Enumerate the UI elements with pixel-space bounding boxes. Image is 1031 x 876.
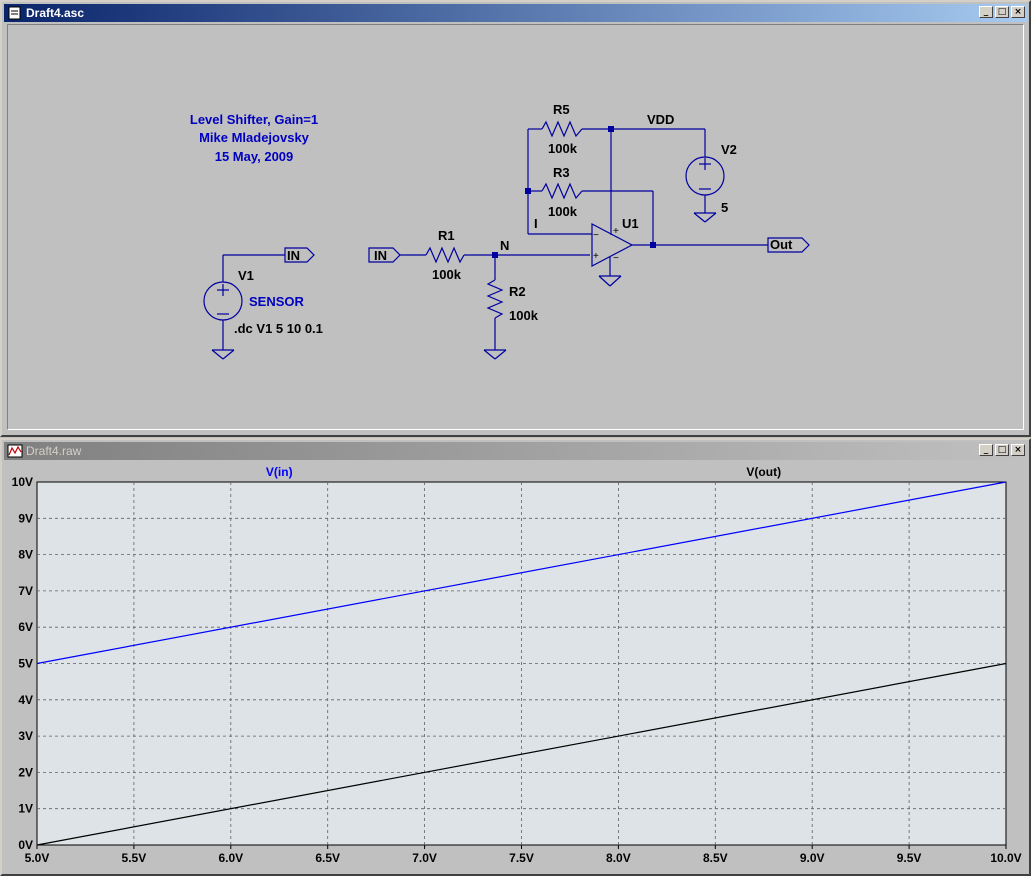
waveform-icon bbox=[7, 444, 23, 458]
x-tick-label: 5.5V bbox=[122, 851, 147, 865]
plot-titlebar[interactable]: Draft4.raw _ □ × bbox=[4, 442, 1027, 460]
v1-value[interactable]: SENSOR bbox=[249, 294, 305, 309]
y-tick-label: 0V bbox=[18, 838, 33, 852]
svg-text:+: + bbox=[593, 251, 599, 262]
u1-name[interactable]: U1 bbox=[622, 216, 639, 231]
y-tick-label: 10V bbox=[12, 475, 33, 489]
y-tick-label: 2V bbox=[18, 765, 33, 779]
svg-text:−: − bbox=[593, 230, 599, 241]
r1-name[interactable]: R1 bbox=[438, 228, 455, 243]
waveform-plot: 5.0V 5.5V 6.0V 6.5V 7.0V 7.5V 8.0V 8.5V 9.0V 9.5V… bbox=[12, 465, 1022, 865]
x-tick-label: 9.0V bbox=[800, 851, 825, 865]
r5-name[interactable]: R5 bbox=[553, 102, 570, 117]
in-port-mid-label[interactable]: IN bbox=[374, 248, 387, 263]
x-tick-label: 6.0V bbox=[218, 851, 243, 865]
y-tick-label: 9V bbox=[18, 511, 33, 525]
r3-value[interactable]: 100k bbox=[548, 204, 578, 219]
schematic-window-title: Draft4.asc bbox=[26, 6, 85, 20]
legend-label: V(in) bbox=[266, 465, 293, 479]
schematic-minimize-button[interactable]: _ bbox=[979, 6, 993, 18]
net-label-vdd[interactable]: VDD bbox=[647, 112, 674, 127]
x-tick-label: 8.5V bbox=[703, 851, 728, 865]
y-tick-label: 8V bbox=[18, 548, 33, 562]
schematic-titlebar[interactable]: Draft4.asc _ □ × bbox=[4, 4, 1027, 22]
r2-name[interactable]: R2 bbox=[509, 284, 526, 299]
y-tick-label: 1V bbox=[18, 802, 33, 816]
svg-text:+: + bbox=[613, 226, 619, 237]
net-label-n[interactable]: N bbox=[500, 238, 509, 253]
plot-window-title: Draft4.raw bbox=[26, 444, 82, 458]
x-tick-label: 7.0V bbox=[412, 851, 437, 865]
x-tick-label: 6.5V bbox=[315, 851, 340, 865]
out-port-label[interactable]: Out bbox=[770, 237, 793, 252]
x-tick-label: 5.0V bbox=[25, 851, 50, 865]
schematic-maximize-button[interactable]: □ bbox=[995, 6, 1009, 18]
comment-line-3: 15 May, 2009 bbox=[215, 149, 294, 164]
in-port-left-label[interactable]: IN bbox=[287, 248, 300, 263]
schematic-doc-icon bbox=[8, 6, 21, 20]
x-tick-label: 7.5V bbox=[509, 851, 534, 865]
schematic-close-button[interactable]: × bbox=[1011, 6, 1025, 18]
net-label-i[interactable]: I bbox=[534, 216, 538, 231]
y-tick-label: 3V bbox=[18, 729, 33, 743]
r1-value[interactable]: 100k bbox=[432, 267, 462, 282]
plot-maximize-button[interactable]: □ bbox=[995, 444, 1009, 456]
y-tick-label: 7V bbox=[18, 584, 33, 598]
schematic-canvas[interactable]: − + + − Level Shifter, Gain=1 Mike Mlade… bbox=[7, 24, 1024, 430]
schematic-window: Draft4.asc _ □ × − + + − Level Shifter, … bbox=[0, 0, 1031, 437]
v1-name[interactable]: V1 bbox=[238, 268, 254, 283]
x-tick-label: 9.5V bbox=[897, 851, 922, 865]
legend-label: V(out) bbox=[746, 465, 781, 479]
schematic-drawing: − + + − Level Shifter, Gain=1 Mike Mlade… bbox=[190, 102, 810, 360]
v2-value[interactable]: 5 bbox=[721, 200, 728, 215]
plot-pane[interactable]: 5.0V 5.5V 6.0V 6.5V 7.0V 7.5V 8.0V 8.5V 9.0V 9.5V… bbox=[4, 460, 1027, 872]
y-tick-label: 4V bbox=[18, 693, 33, 707]
r3-name[interactable]: R3 bbox=[553, 165, 570, 180]
comment-line-1: Level Shifter, Gain=1 bbox=[190, 112, 318, 127]
plot-window: Draft4.raw _ □ × 5.0V 5.5V 6.0V 6.5V 7.0V 7.5… bbox=[0, 438, 1031, 876]
svg-text:−: − bbox=[613, 253, 619, 264]
y-tick-label: 6V bbox=[18, 620, 33, 634]
x-tick-label: 10.0V bbox=[990, 851, 1021, 865]
x-tick-label: 8.0V bbox=[606, 851, 631, 865]
v2-name[interactable]: V2 bbox=[721, 142, 737, 157]
r5-value[interactable]: 100k bbox=[548, 141, 578, 156]
r2-value[interactable]: 100k bbox=[509, 308, 539, 323]
dc-directive[interactable]: .dc V1 5 10 0.1 bbox=[234, 321, 323, 336]
y-tick-label: 5V bbox=[18, 657, 33, 671]
plot-minimize-button[interactable]: _ bbox=[979, 444, 993, 456]
plot-close-button[interactable]: × bbox=[1011, 444, 1025, 456]
comment-line-2: Mike Mladejovsky bbox=[199, 130, 310, 145]
